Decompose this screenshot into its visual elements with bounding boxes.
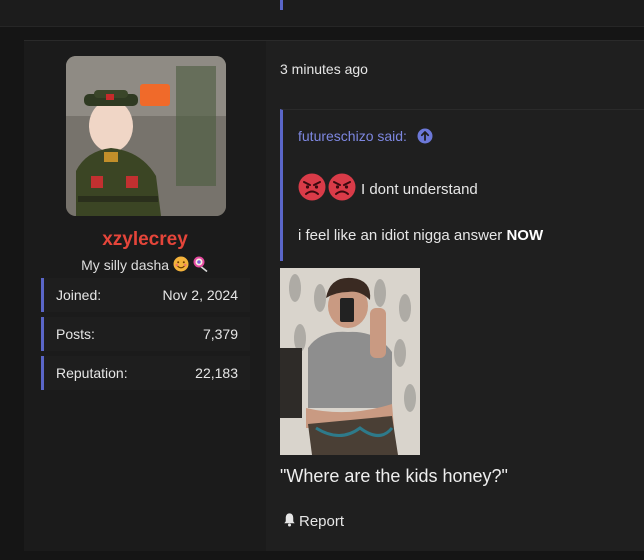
quote-line-2: i feel like an idiot nigga answer NOW: [298, 227, 543, 244]
post-content-column: 3 minutes ago futureschizo said: I dont: [266, 41, 644, 551]
angry-face-emoji-icon: [328, 173, 356, 205]
forum-post: xzylecrey My silly dasha Joined: Nov 2, …: [24, 40, 644, 551]
stat-reputation: Reputation: 22,183: [41, 356, 250, 390]
previous-quote-bar: [280, 0, 283, 10]
quote-line-2-text: i feel like an idiot nigga answer: [298, 227, 507, 244]
quote-line-1-text: I dont understand: [361, 180, 478, 198]
stat-value: 22,183: [195, 365, 238, 381]
stat-posts: Posts: 7,379: [41, 317, 250, 351]
previous-post-tail: [0, 0, 644, 27]
lollipop-emoji-icon: [193, 256, 209, 275]
stat-joined: Joined: Nov 2, 2024: [41, 278, 250, 312]
post-timestamp[interactable]: 3 minutes ago: [280, 61, 368, 77]
quote-block: futureschizo said: I dont understand i f…: [280, 109, 644, 261]
quote-author-said[interactable]: futureschizo said:: [298, 128, 407, 144]
stat-value: Nov 2, 2024: [162, 287, 239, 303]
username-link[interactable]: xzylecrey: [24, 229, 266, 251]
blushing-face-emoji-icon: [173, 256, 189, 275]
angry-face-emoji-icon: [298, 173, 326, 205]
stat-label: Reputation:: [56, 365, 128, 381]
stat-value[interactable]: 7,379: [203, 326, 238, 342]
avatar[interactable]: [66, 56, 226, 216]
arrow-up-circle-icon[interactable]: [417, 128, 433, 147]
user-title: My silly dasha: [24, 256, 266, 275]
bell-icon: [282, 512, 297, 531]
quote-line-1: I dont understand: [298, 173, 478, 205]
post-image[interactable]: [280, 268, 420, 455]
stat-label: Posts:: [56, 326, 95, 342]
quote-header[interactable]: futureschizo said:: [298, 128, 433, 147]
user-title-text: My silly dasha: [81, 257, 170, 273]
post-message: "Where are the kids honey?": [280, 466, 508, 486]
stat-label: Joined:: [56, 287, 102, 303]
report-button[interactable]: Report: [282, 512, 344, 531]
quote-line-2-bold: NOW: [506, 227, 544, 244]
post-user-column: xzylecrey My silly dasha Joined: Nov 2, …: [24, 41, 276, 551]
report-label[interactable]: Report: [299, 513, 344, 530]
